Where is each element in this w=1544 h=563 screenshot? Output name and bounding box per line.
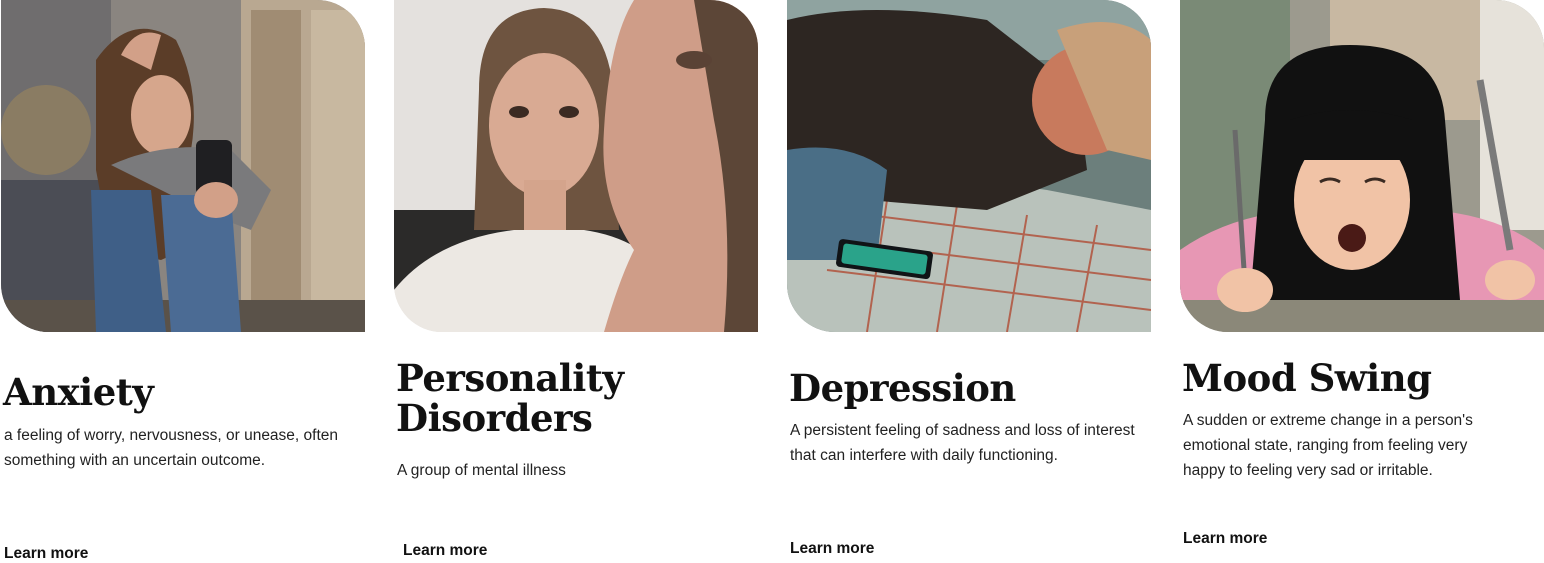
card-description: A persistent feeling of sadness and loss… [790, 422, 1135, 464]
card-title: Depression [789, 366, 1016, 410]
card-title: Mood Swing [1182, 356, 1432, 400]
card-depression: Depression A persistent feeling of sadne… [787, 0, 1151, 561]
learn-more-link[interactable]: Learn more [403, 542, 487, 560]
learn-more-link[interactable]: Learn more [790, 540, 874, 558]
depression-photo [787, 0, 1151, 332]
learn-more-link[interactable]: Learn more [1183, 530, 1267, 548]
personality-disorders-photo [394, 0, 758, 332]
learn-more-link[interactable]: Learn more [4, 545, 88, 563]
card-description: A group of mental illness [397, 462, 566, 479]
card-anxiety: Anxiety a feeling of worry, nervousness,… [1, 0, 365, 563]
mood-swing-photo [1180, 0, 1544, 332]
card-personality-disorders: Personality Disorders A group of mental … [394, 0, 758, 561]
anxiety-photo [1, 0, 365, 332]
card-title: Anxiety [3, 370, 154, 414]
card-description: A sudden or extreme change in a person's… [1183, 412, 1473, 479]
card-title: Personality Disorders [396, 356, 624, 440]
card-mood-swing: Mood Swing A sudden or extreme change in… [1180, 0, 1544, 561]
card-description: a feeling of worry, nervousness, or unea… [4, 427, 339, 469]
